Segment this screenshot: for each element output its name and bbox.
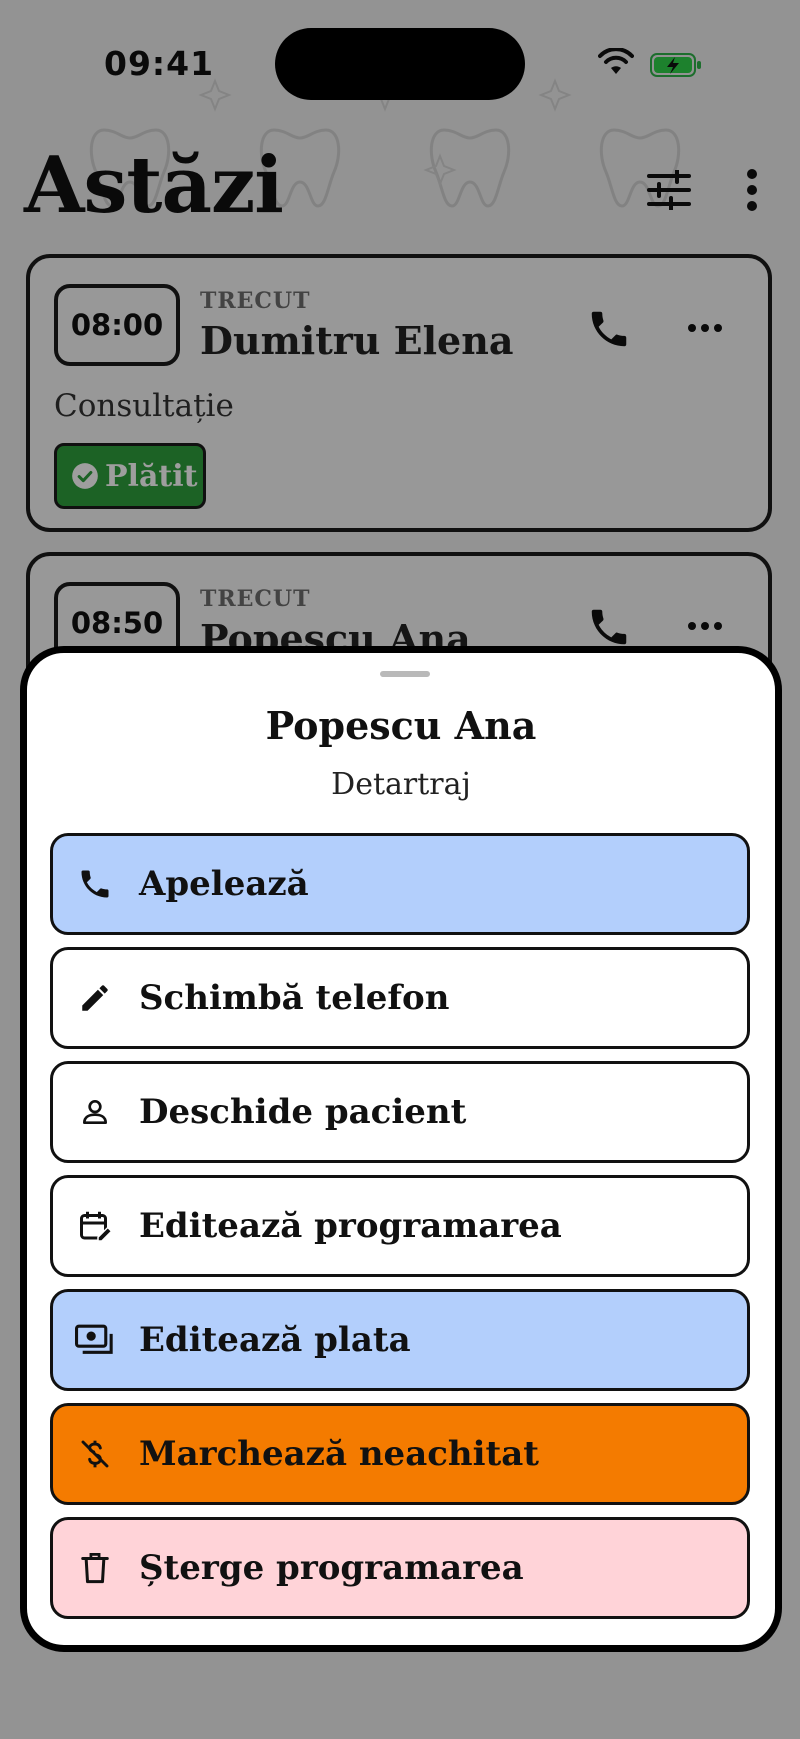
- edit-payment-button[interactable]: Editează plata: [50, 1289, 750, 1391]
- edit-appointment-button[interactable]: Editează programarea: [50, 1175, 750, 1277]
- money-off-icon: [75, 1434, 115, 1474]
- change-phone-button[interactable]: Schimbă telefon: [50, 947, 750, 1049]
- action-label: Apelează: [139, 864, 309, 904]
- pencil-icon: [75, 978, 115, 1018]
- action-label: Editează plata: [139, 1320, 411, 1360]
- action-label: Deschide pacient: [139, 1092, 467, 1132]
- calendar-edit-icon: [75, 1206, 115, 1246]
- payments-icon: [75, 1320, 115, 1360]
- mark-unpaid-button[interactable]: Marchează neachitat: [50, 1403, 750, 1505]
- app-screen: 09:41 Astăzi 08:00 TRECUT Dumitru Elena: [0, 0, 800, 1739]
- open-patient-button[interactable]: Deschide pacient: [50, 1061, 750, 1163]
- sheet-subtitle: Detartraj: [331, 767, 471, 802]
- sheet-title: Popescu Ana: [265, 703, 537, 748]
- action-label: Marchează neachitat: [139, 1434, 539, 1474]
- action-sheet: Popescu Ana Detartraj Apelează Schimbă t…: [20, 646, 782, 1652]
- action-label: Editează programarea: [139, 1206, 562, 1246]
- sheet-grabber[interactable]: [380, 671, 430, 677]
- action-label: Șterge programarea: [139, 1548, 524, 1588]
- action-label: Schimbă telefon: [139, 978, 450, 1018]
- person-icon: [75, 1092, 115, 1132]
- call-action-button[interactable]: Apelează: [50, 833, 750, 935]
- delete-appointment-button[interactable]: Șterge programarea: [50, 1517, 750, 1619]
- trash-icon: [75, 1548, 115, 1588]
- phone-icon: [75, 864, 115, 904]
